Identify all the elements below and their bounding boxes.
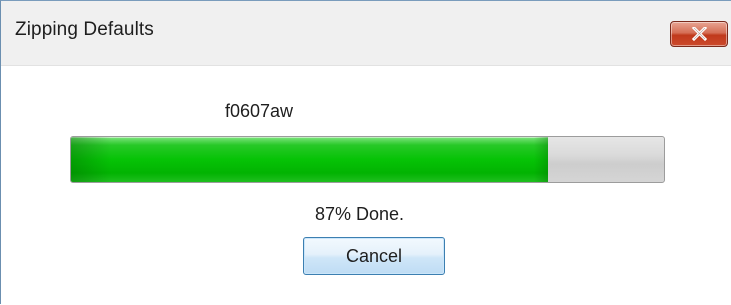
progress-status: 87% Done. xyxy=(315,204,405,224)
dialog-body: f0607aw 87% Done. Cancel xyxy=(1,66,731,305)
current-file-label: f0607aw xyxy=(225,101,294,121)
cancel-button[interactable]: Cancel xyxy=(303,237,445,275)
window-title: Zipping Defaults xyxy=(15,19,154,40)
progress-bar-fill xyxy=(71,137,549,182)
close-button[interactable] xyxy=(670,21,728,47)
progress-bar xyxy=(70,136,665,183)
close-icon xyxy=(692,27,707,41)
zipping-dialog: Zipping Defaults f0607aw 87% Done. Cance… xyxy=(0,0,731,305)
title-bar[interactable]: Zipping Defaults xyxy=(1,1,731,66)
